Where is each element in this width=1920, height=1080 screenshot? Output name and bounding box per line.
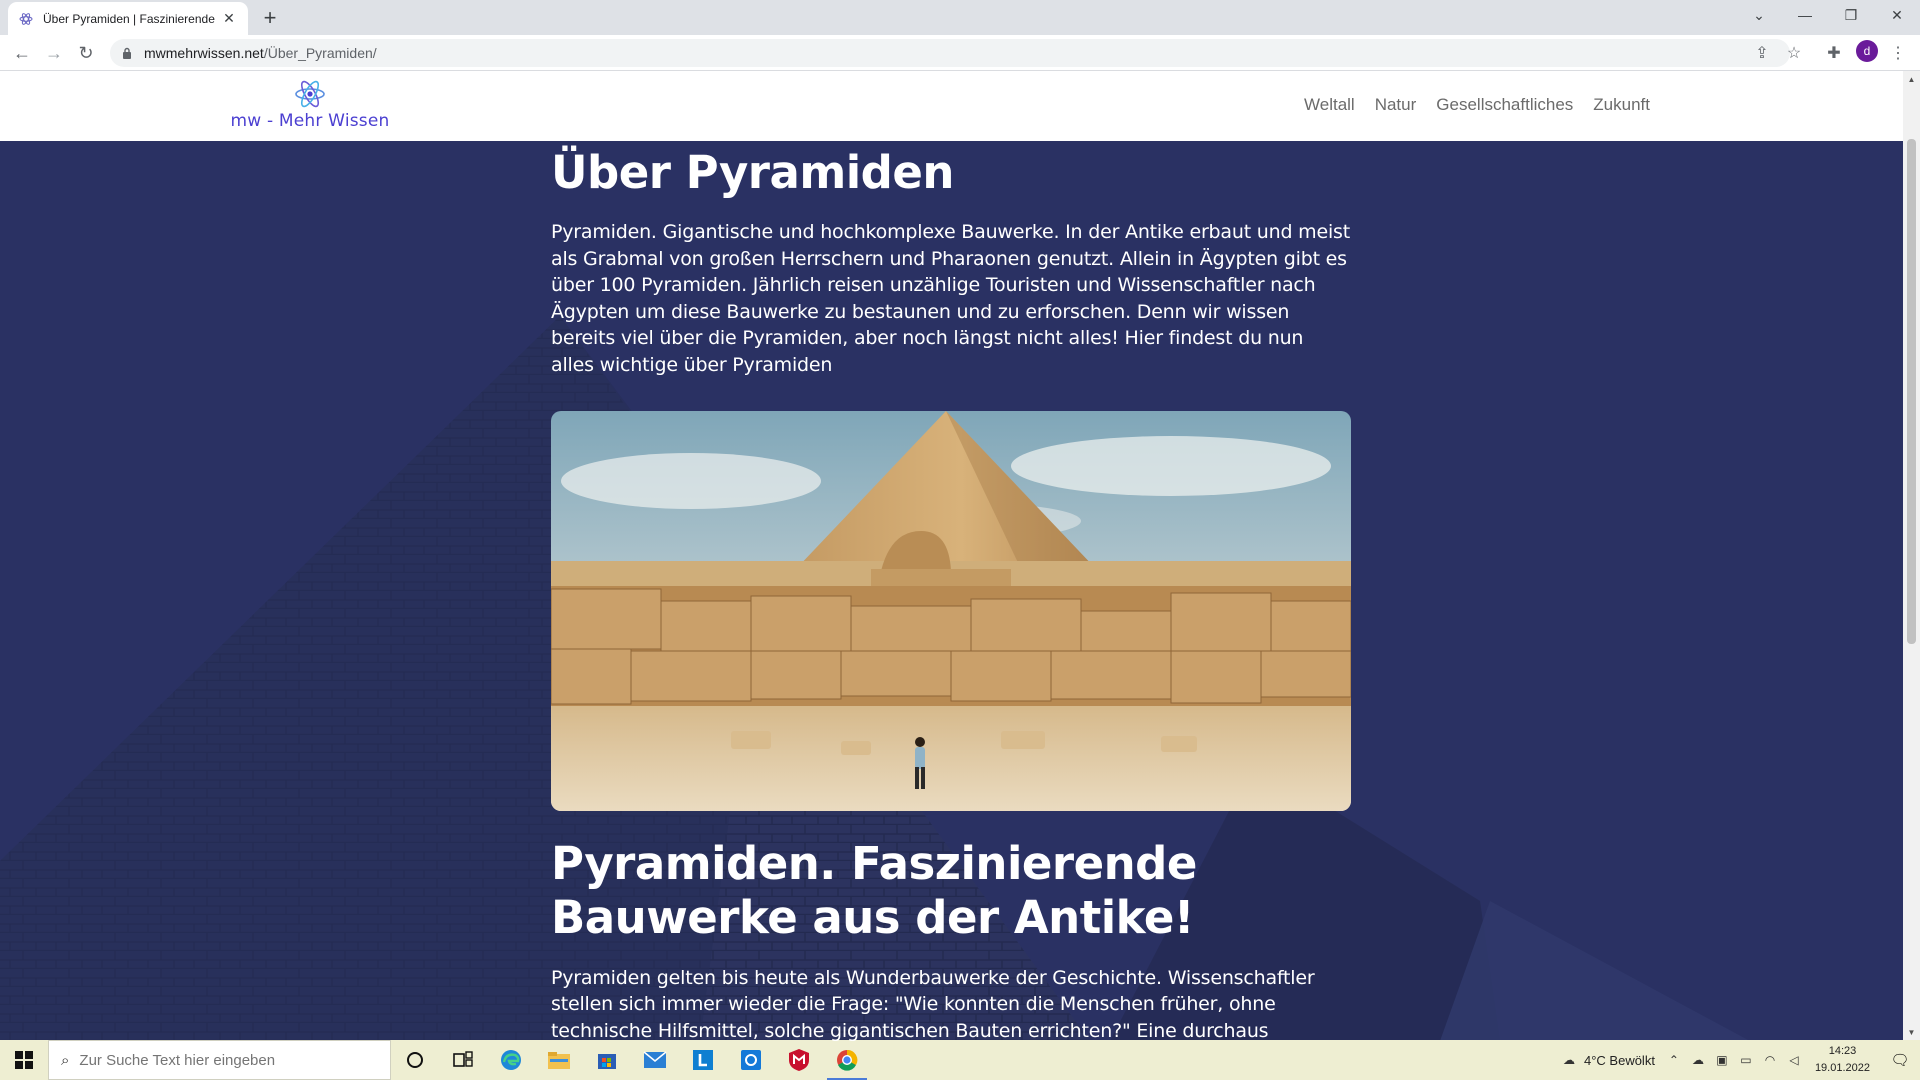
battery-icon[interactable]: ▭: [1737, 1051, 1755, 1069]
file-explorer-icon[interactable]: [535, 1040, 583, 1080]
chrome-icon[interactable]: [823, 1040, 871, 1080]
url-host: mwmehrwissen.net: [144, 45, 264, 61]
browser-tab-active[interactable]: Über Pyramiden | Faszinierende B ✕: [8, 2, 248, 35]
url-path: /Über_Pyramiden/: [263, 45, 377, 61]
taskbar-search-input[interactable]: [79, 1051, 360, 1069]
site-logo[interactable]: mw - Mehr Wissen: [220, 79, 400, 137]
article-content: Über Pyramiden Pyramiden. Gigantische un…: [551, 141, 1351, 1041]
taskbar-clock[interactable]: 14:23 19.01.2022: [1815, 1043, 1870, 1077]
mcafee-shield-icon[interactable]: [775, 1040, 823, 1080]
show-hidden-icons-chevron-icon[interactable]: ⌃: [1665, 1051, 1683, 1069]
weather-text[interactable]: 4°C Bewölkt: [1584, 1053, 1655, 1068]
task-view-icon[interactable]: [439, 1040, 487, 1080]
nav-link-weltall[interactable]: Weltall: [1304, 95, 1355, 115]
tray-app-icon[interactable]: ▣: [1713, 1051, 1731, 1069]
logo-text: mw - Mehr Wissen: [230, 111, 390, 131]
page-title: Über Pyramiden: [551, 146, 954, 199]
scroll-thumb[interactable]: [1907, 139, 1916, 644]
volume-icon[interactable]: ◁: [1785, 1051, 1803, 1069]
search-icon: ⌕: [61, 1051, 70, 1069]
clock-time: 14:23: [1828, 1045, 1857, 1057]
cortana-icon[interactable]: [391, 1040, 439, 1080]
nav-link-zukunft[interactable]: Zukunft: [1593, 95, 1650, 115]
section-paragraph: Pyramiden gelten bis heute als Wunderbau…: [551, 966, 1315, 1041]
extensions-puzzle-icon[interactable]: ✚: [1822, 41, 1846, 65]
site-favicon-icon: [18, 11, 34, 27]
mail-icon[interactable]: [631, 1040, 679, 1080]
windows-taskbar: ⌕ ☁ 4°C Bewölkt ⌃ ☁ ▣ ▭ ◠ ◁ 14:23: [0, 1040, 1920, 1080]
back-arrow-icon[interactable]: ←: [8, 39, 36, 67]
intro-paragraph: Pyramiden. Gigantische und hochkomplexe …: [551, 221, 1350, 376]
address-bar[interactable]: mwmehrwissen.net/Über_Pyramiden/: [110, 39, 1790, 67]
onedrive-cloud-icon[interactable]: ☁: [1689, 1051, 1707, 1069]
l-app-icon[interactable]: [679, 1040, 727, 1080]
atom-logo-icon: [295, 80, 325, 108]
close-window-button[interactable]: ✕: [1874, 0, 1920, 30]
hero-section: Über Pyramiden Pyramiden. Gigantische un…: [0, 141, 1903, 1041]
browser-tab-strip: Über Pyramiden | Faszinierende B ✕ + ⌄ —…: [0, 0, 1920, 35]
clock-date: 19.01.2022: [1814, 1062, 1870, 1074]
forward-arrow-icon[interactable]: →: [40, 39, 68, 67]
nav-link-gesellschaftliches[interactable]: Gesellschaftliches: [1436, 95, 1573, 115]
close-tab-icon[interactable]: ✕: [220, 10, 238, 28]
notification-center-icon[interactable]: 🗨: [1880, 1040, 1920, 1080]
new-tab-button[interactable]: +: [258, 6, 282, 30]
site-header: mw - Mehr Wissen Weltall Natur Gesellsch…: [0, 71, 1903, 141]
scroll-up-arrow-icon[interactable]: ▲: [1903, 71, 1920, 88]
page-scrollbar[interactable]: ▲ ▼: [1903, 71, 1920, 1041]
minimize-button[interactable]: —: [1782, 0, 1828, 30]
blue-app-icon[interactable]: [727, 1040, 775, 1080]
reload-icon[interactable]: ↻: [72, 39, 100, 67]
bookmark-star-icon[interactable]: ☆: [1782, 41, 1806, 65]
taskbar-search-box[interactable]: ⌕: [48, 1040, 391, 1080]
scroll-down-arrow-icon[interactable]: ▼: [1903, 1024, 1920, 1041]
main-navigation: Weltall Natur Gesellschaftliches Zukunft: [1304, 95, 1650, 115]
tab-search-chevron-icon[interactable]: ⌄: [1736, 0, 1782, 30]
tab-title: Über Pyramiden | Faszinierende B: [43, 11, 216, 26]
nav-link-natur[interactable]: Natur: [1375, 95, 1417, 115]
microsoft-store-icon[interactable]: [583, 1040, 631, 1080]
profile-avatar[interactable]: d: [1856, 40, 1878, 62]
windows-start-icon[interactable]: [0, 1040, 48, 1080]
browser-menu-icon[interactable]: ⋮: [1886, 41, 1910, 65]
web-page: mw - Mehr Wissen Weltall Natur Gesellsch…: [0, 71, 1903, 1041]
share-icon[interactable]: ⇪: [1750, 41, 1774, 65]
weather-cloud-icon: ☁: [1562, 1053, 1575, 1067]
pyramid-sphinx-photo: [551, 410, 1351, 811]
lock-icon: [122, 46, 134, 60]
edge-browser-icon[interactable]: [487, 1040, 535, 1080]
section-heading: Pyramiden. Faszinierende Bauwerke aus de…: [551, 836, 1197, 944]
wifi-icon[interactable]: ◠: [1761, 1051, 1779, 1069]
system-tray: ☁ 4°C Bewölkt ⌃ ☁ ▣ ▭ ◠ ◁ 14:23 19.01.20…: [1560, 1040, 1920, 1080]
browser-toolbar: ← → ↻ mwmehrwissen.net/Über_Pyramiden/ ⇪…: [0, 35, 1920, 71]
url-text: mwmehrwissen.net/Über_Pyramiden/: [144, 45, 377, 61]
restore-button[interactable]: ❐: [1828, 0, 1874, 30]
